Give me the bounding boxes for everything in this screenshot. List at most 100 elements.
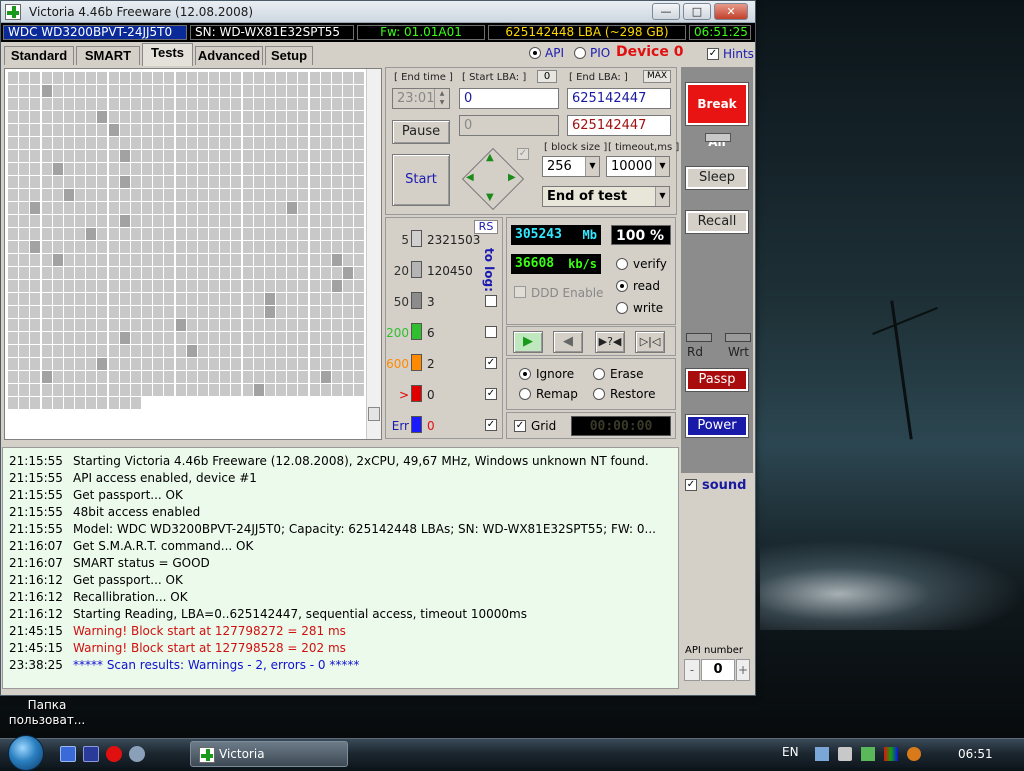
api-number-field[interactable]: 0 [701,659,735,681]
scan-block-cell [75,371,86,383]
scan-block-cell [41,189,52,201]
api-number-plus-button[interactable]: + [736,659,750,681]
scan-block-cell [75,150,86,162]
play-backward-button[interactable]: ◀ [553,331,583,353]
scan-block-cell [186,98,197,110]
timeout-dropdown-icon[interactable]: ▼ [655,157,669,176]
minimize-button[interactable]: — [652,3,680,20]
erase-radio[interactable] [593,368,605,380]
arrow-down-icon[interactable]: ▼ [486,192,494,203]
scan-block-cell [130,280,141,292]
random-seek-button[interactable]: ▶?◀ [595,331,625,353]
tray-app-icon[interactable] [907,747,921,761]
arrow-up-icon[interactable]: ▲ [486,152,494,163]
log-checkbox[interactable] [485,326,497,338]
arrow-left-icon[interactable]: ◀ [466,172,474,183]
start-button[interactable] [8,735,44,771]
scan-block-cell [242,345,253,357]
tab-setup[interactable]: Setup [265,46,313,65]
event-log[interactable]: 21:15:55 Starting Victoria 4.46b Freeware… [2,447,679,689]
close-button[interactable]: ✕ [714,3,748,20]
pause-button[interactable]: Pause [392,120,450,144]
grid-scrollbar[interactable] [366,69,381,439]
scan-block-cell [186,85,197,97]
log-checkbox[interactable]: ✓ [485,357,497,369]
log-checkbox[interactable]: ✓ [485,388,497,400]
log-time: 21:16:07 [9,539,63,553]
scan-block-cell [108,72,119,84]
scan-block-cell [220,371,231,383]
scan-block-cell [30,98,41,110]
passp-button[interactable]: Passp [686,369,748,391]
tab-smart[interactable]: SMART [76,46,140,65]
scan-block-cell [209,202,220,214]
remap-radio[interactable] [519,388,531,400]
scan-block-cell [153,371,164,383]
show-desktop-icon[interactable] [60,746,76,762]
ignore-radio[interactable] [519,368,531,380]
play-forward-button[interactable]: ▶ [513,331,543,353]
maximize-button[interactable]: □ [683,3,711,20]
opera-icon[interactable] [106,746,122,762]
scan-block-cell [63,124,74,136]
scan-block-cell [119,345,130,357]
restore-radio[interactable] [593,388,605,400]
end-time-spinner[interactable]: ▲ ▼ [434,89,449,108]
log-time: 21:15:55 [9,522,63,536]
rs-button[interactable]: RS [474,220,498,234]
usb-safely-remove-icon[interactable] [861,747,875,761]
histogram-count: 3 [427,295,435,309]
break-all-button[interactable]: Break All [686,83,748,149]
scan-block-cell [97,241,108,253]
scan-block-cell [298,293,309,305]
start-lba-reset[interactable]: 0 [537,70,557,83]
scan-block-cell [331,137,342,149]
pio-radio[interactable] [574,47,586,59]
network-tool-icon[interactable] [129,746,145,762]
block-size-label: [ block size ] [544,142,608,153]
scan-block-cell [52,215,63,227]
scan-block-cell [142,228,153,240]
scan-block-cell [320,319,331,331]
direction-checkbox[interactable]: ✓ [517,148,529,160]
start-button[interactable]: Start [392,154,450,206]
write-radio[interactable] [616,302,628,314]
start-lba-field[interactable]: 0 [459,88,559,109]
api-radio[interactable] [529,47,541,59]
volume-icon[interactable] [838,747,852,761]
tab-tests[interactable]: Tests [142,43,193,66]
taskbar-victoria-button[interactable]: Victoria [190,741,348,767]
block-size-dropdown-icon[interactable]: ▼ [585,157,599,176]
sleep-button[interactable]: Sleep [686,167,748,189]
scan-block-cell [97,176,108,188]
max-lba-button[interactable]: MAX [643,70,671,83]
verify-radio[interactable] [616,258,628,270]
log-message: API access enabled, device #1 [73,471,257,485]
language-indicator[interactable]: EN [782,745,799,759]
title-bar[interactable]: Victoria 4.46b Freeware (12.08.2008) — □… [1,1,755,23]
desktop-folder-label[interactable]: Папка пользоват... [4,698,90,728]
tab-standard[interactable]: Standard [4,46,74,65]
ignore-label: Ignore [536,367,575,381]
butterfly-button[interactable]: ▷|◁ [635,331,665,353]
floppy-icon[interactable] [83,746,99,762]
ddd-enable-checkbox[interactable] [514,286,526,298]
end-action-dropdown-icon[interactable]: ▼ [655,187,669,206]
recall-button[interactable]: Recall [686,211,748,233]
end-action-select[interactable]: End of test [542,186,670,207]
arrow-right-icon[interactable]: ▶ [508,172,516,183]
api-number-minus-button[interactable]: - [684,659,700,681]
hints-checkbox[interactable]: ✓ [707,48,719,60]
scan-block-cell [97,384,108,396]
display-settings-icon[interactable] [884,747,898,761]
read-radio[interactable] [616,280,628,292]
power-button[interactable]: Power [686,415,748,437]
network-icon[interactable] [815,747,829,761]
grid-checkbox[interactable]: ✓ [514,420,526,432]
log-checkbox[interactable] [485,295,497,307]
taskbar-clock[interactable]: 06:51 [958,747,993,761]
end-lba-field[interactable]: 625142447 [567,88,671,109]
log-checkbox[interactable]: ✓ [485,419,497,431]
sound-checkbox[interactable]: ✓ [685,479,697,491]
tab-advanced[interactable]: Advanced [195,46,263,65]
